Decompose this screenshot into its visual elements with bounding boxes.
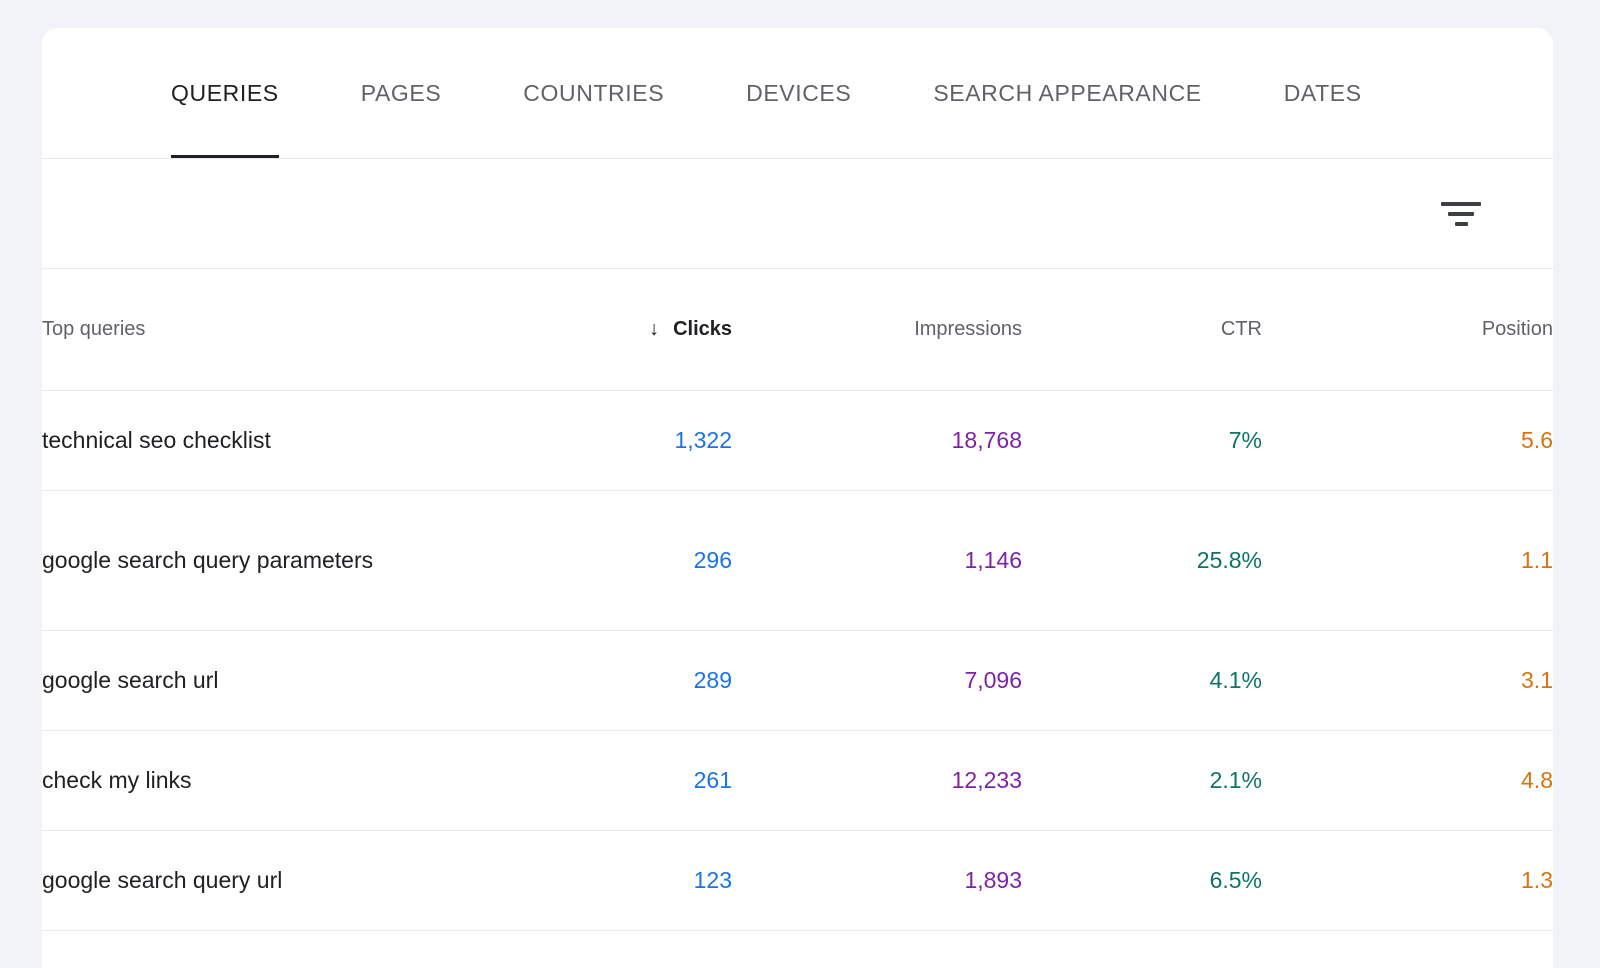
table-body: technical seo checklist 1,322 18,768 7% …	[42, 390, 1553, 930]
table-row[interactable]: google search url 289 7,096 4.1% 3.1	[42, 630, 1553, 730]
cell-position: 3.1	[1262, 630, 1553, 730]
table-toolbar	[42, 159, 1553, 269]
cell-position: 5.6	[1262, 390, 1553, 490]
column-header-clicks[interactable]: ↓ Clicks	[572, 269, 732, 390]
top-queries-table: Top queries ↓ Clicks Impressions CTR Posi…	[42, 269, 1553, 931]
cell-position: 4.8	[1262, 730, 1553, 830]
table-row[interactable]: google search query parameters 296 1,146…	[42, 490, 1553, 630]
filter-icon-bar-bottom	[1455, 222, 1468, 226]
cell-position: 1.3	[1262, 830, 1553, 930]
tab-countries[interactable]: COUNTRIES	[482, 28, 705, 159]
column-header-impressions[interactable]: Impressions	[732, 269, 1022, 390]
column-header-position[interactable]: Position	[1262, 269, 1553, 390]
cell-ctr: 7%	[1022, 390, 1262, 490]
cell-query: google search query parameters	[42, 490, 572, 630]
column-header-ctr[interactable]: CTR	[1022, 269, 1262, 390]
tab-dates-label: DATES	[1284, 80, 1362, 107]
column-header-impressions-label: Impressions	[914, 318, 1022, 340]
cell-impressions: 1,893	[732, 830, 1022, 930]
column-header-top-queries-label: Top queries	[42, 318, 145, 340]
table-row[interactable]: check my links 261 12,233 2.1% 4.8	[42, 730, 1553, 830]
cell-ctr: 6.5%	[1022, 830, 1262, 930]
cell-impressions: 18,768	[732, 390, 1022, 490]
tab-pages-label: PAGES	[361, 80, 442, 107]
column-header-top-queries[interactable]: Top queries	[42, 269, 572, 390]
sort-descending-icon: ↓	[649, 318, 659, 341]
cell-clicks: 296	[572, 490, 732, 630]
table-row[interactable]: google search query url 123 1,893 6.5% 1…	[42, 830, 1553, 930]
cell-ctr: 2.1%	[1022, 730, 1262, 830]
tab-devices-label: DEVICES	[746, 80, 851, 107]
tab-queries[interactable]: QUERIES	[130, 28, 320, 159]
cell-query: google search url	[42, 630, 572, 730]
tab-search-appearance[interactable]: SEARCH APPEARANCE	[892, 28, 1242, 159]
cell-clicks: 261	[572, 730, 732, 830]
tab-countries-label: COUNTRIES	[523, 80, 664, 107]
toolbar-divider	[42, 268, 1553, 269]
cell-query: technical seo checklist	[42, 390, 572, 490]
table-header-row: Top queries ↓ Clicks Impressions CTR Posi…	[42, 269, 1553, 390]
report-tab-bar: QUERIES PAGES COUNTRIES DEVICES SEARCH A…	[42, 28, 1553, 159]
cell-ctr: 25.8%	[1022, 490, 1262, 630]
cell-ctr: 4.1%	[1022, 630, 1262, 730]
filter-icon-bar-top	[1441, 202, 1481, 206]
cell-clicks: 1,322	[572, 390, 732, 490]
cell-clicks: 123	[572, 830, 732, 930]
tab-devices[interactable]: DEVICES	[705, 28, 892, 159]
cell-impressions: 1,146	[732, 490, 1022, 630]
filter-icon-bar-middle	[1448, 212, 1474, 216]
tab-pages[interactable]: PAGES	[320, 28, 483, 159]
cell-impressions: 12,233	[732, 730, 1022, 830]
cell-position: 1.1	[1262, 490, 1553, 630]
tab-queries-label: QUERIES	[171, 80, 279, 107]
cell-clicks: 289	[572, 630, 732, 730]
tab-dates[interactable]: DATES	[1243, 28, 1403, 159]
cell-query: google search query url	[42, 830, 572, 930]
performance-report-card: QUERIES PAGES COUNTRIES DEVICES SEARCH A…	[42, 28, 1553, 968]
table-header: Top queries ↓ Clicks Impressions CTR Posi…	[42, 269, 1553, 390]
cell-impressions: 7,096	[732, 630, 1022, 730]
column-header-clicks-label: Clicks	[673, 318, 732, 340]
cell-query: check my links	[42, 730, 572, 830]
table-row[interactable]: technical seo checklist 1,322 18,768 7% …	[42, 390, 1553, 490]
column-header-position-label: Position	[1482, 318, 1553, 340]
filter-icon[interactable]	[1433, 186, 1489, 242]
column-header-ctr-label: CTR	[1221, 318, 1262, 340]
tab-search-appearance-label: SEARCH APPEARANCE	[933, 80, 1201, 107]
